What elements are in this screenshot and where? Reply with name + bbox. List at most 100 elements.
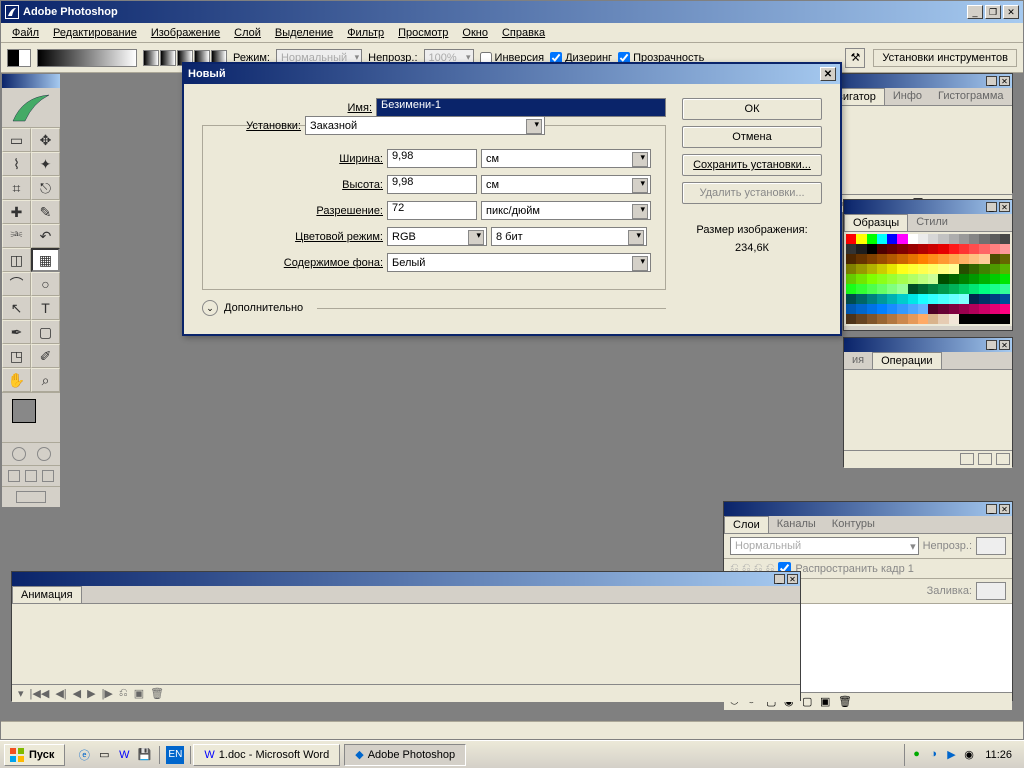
swatch-cell[interactable]: [1000, 254, 1010, 264]
advanced-expander[interactable]: ⌄ Дополнительно: [202, 300, 666, 316]
slice-tool[interactable]: ⎋: [31, 176, 60, 200]
layer-opacity-field[interactable]: [976, 537, 1006, 555]
panel-min-icon[interactable]: _: [986, 202, 997, 212]
swatch-cell[interactable]: [928, 274, 938, 284]
swatch-cell[interactable]: [959, 234, 969, 244]
swatch-cell[interactable]: [1000, 314, 1010, 324]
swatch-cell[interactable]: [887, 264, 897, 274]
panel-min-icon[interactable]: _: [986, 504, 997, 514]
fill-field[interactable]: [976, 582, 1006, 600]
swatch-cell[interactable]: [1000, 294, 1010, 304]
panel-close-icon[interactable]: ✕: [999, 76, 1010, 86]
hand-tool[interactable]: ✋: [2, 368, 31, 392]
swatch-cell[interactable]: [877, 254, 887, 264]
swatch-cell[interactable]: [908, 264, 918, 274]
swatch-cell[interactable]: [938, 304, 948, 314]
shape-tool[interactable]: ▢: [31, 320, 60, 344]
swatch-cell[interactable]: [969, 264, 979, 274]
swatch-cell[interactable]: [877, 234, 887, 244]
swatch-cell[interactable]: [990, 304, 1000, 314]
swatch-cell[interactable]: [846, 264, 856, 274]
channels-tab[interactable]: Каналы: [769, 516, 824, 533]
pen-tool[interactable]: ✒: [2, 320, 31, 344]
swatch-cell[interactable]: [959, 264, 969, 274]
panel-min-icon[interactable]: _: [986, 340, 997, 350]
swatch-cell[interactable]: [979, 274, 989, 284]
swatch-cell[interactable]: [928, 234, 938, 244]
swatch-cell[interactable]: [887, 314, 897, 324]
swatch-cell[interactable]: [846, 234, 856, 244]
swatch-cell[interactable]: [877, 294, 887, 304]
resolution-unit-select[interactable]: пикс/дюйм: [481, 201, 651, 220]
swatch-cell[interactable]: [969, 294, 979, 304]
crop-tool[interactable]: ⌗: [2, 176, 31, 200]
color-swatches[interactable]: [2, 392, 60, 442]
swatch-cell[interactable]: [846, 254, 856, 264]
swatch-cell[interactable]: [856, 264, 866, 274]
swatch-cell[interactable]: [928, 294, 938, 304]
task-photoshop[interactable]: ◆Adobe Photoshop: [344, 744, 466, 766]
swatch-cell[interactable]: [959, 284, 969, 294]
swatch-cell[interactable]: [867, 294, 877, 304]
palette-icon[interactable]: ⚒: [845, 48, 865, 68]
swatch-cell[interactable]: [979, 294, 989, 304]
resolution-input[interactable]: 72: [387, 201, 477, 220]
swatch-cell[interactable]: [856, 314, 866, 324]
layers-tab[interactable]: Слои: [724, 516, 769, 533]
height-unit-select[interactable]: см: [481, 175, 651, 194]
tray-icon[interactable]: ▶: [947, 748, 961, 762]
swatch-cell[interactable]: [959, 244, 969, 254]
swatch-cell[interactable]: [938, 274, 948, 284]
swatch-cell[interactable]: [969, 304, 979, 314]
heal-tool[interactable]: ✚: [2, 200, 31, 224]
swatch-cell[interactable]: [1000, 274, 1010, 284]
swatch-cell[interactable]: [969, 314, 979, 324]
swatch-cell[interactable]: [877, 274, 887, 284]
swatch-cell[interactable]: [918, 254, 928, 264]
swatch-cell[interactable]: [1000, 284, 1010, 294]
name-input[interactable]: Безимени-1: [376, 98, 666, 117]
swatch-cell[interactable]: [990, 254, 1000, 264]
swatch-cell[interactable]: [877, 264, 887, 274]
swatch-cell[interactable]: [856, 244, 866, 254]
swatch-cell[interactable]: [949, 314, 959, 324]
menu-window[interactable]: Окно: [455, 25, 495, 41]
swatch-cell[interactable]: [959, 294, 969, 304]
swatch-cell[interactable]: [897, 304, 907, 314]
blur-tool[interactable]: ⌒: [2, 272, 31, 296]
swatch-cell[interactable]: [918, 264, 928, 274]
swatch-cell[interactable]: [949, 294, 959, 304]
stamp-tool[interactable]: ⎃: [2, 224, 31, 248]
panel-close-icon[interactable]: ✕: [999, 202, 1010, 212]
fg-color[interactable]: [12, 399, 36, 423]
swatch-cell[interactable]: [949, 264, 959, 274]
swatch-cell[interactable]: [928, 314, 938, 324]
swatch-cell[interactable]: [856, 304, 866, 314]
clock[interactable]: 11:26: [981, 749, 1016, 761]
gradient-preview[interactable]: [37, 49, 137, 67]
tray-icon[interactable]: ◑: [930, 748, 944, 762]
gradient-tool[interactable]: ▦: [31, 248, 60, 272]
menu-filter[interactable]: Фильтр: [340, 25, 391, 41]
swatch-cell[interactable]: [990, 294, 1000, 304]
swatch-cell[interactable]: [938, 264, 948, 274]
panel-min-icon[interactable]: _: [774, 574, 785, 584]
lang-indicator[interactable]: EN: [166, 746, 184, 764]
info-tab[interactable]: Инфо: [885, 88, 930, 105]
marquee-tool[interactable]: ▭: [2, 128, 31, 152]
dialog-close-button[interactable]: ✕: [820, 67, 836, 81]
swatch-cell[interactable]: [979, 264, 989, 274]
swatch-cell[interactable]: [1000, 234, 1010, 244]
history-tab[interactable]: ия: [844, 352, 872, 369]
swatch-cell[interactable]: [856, 284, 866, 294]
swatch-cell[interactable]: [918, 244, 928, 254]
styles-tab[interactable]: Стили: [908, 214, 956, 231]
cancel-button[interactable]: Отмена: [682, 126, 822, 148]
history-icon[interactable]: [996, 453, 1010, 465]
actions-tab[interactable]: Операции: [872, 352, 941, 369]
swatch-cell[interactable]: [990, 284, 1000, 294]
swatch-cell[interactable]: [949, 284, 959, 294]
height-input[interactable]: 9,98: [387, 175, 477, 194]
swatches-tab[interactable]: Образцы: [844, 214, 908, 231]
swatch-cell[interactable]: [938, 254, 948, 264]
